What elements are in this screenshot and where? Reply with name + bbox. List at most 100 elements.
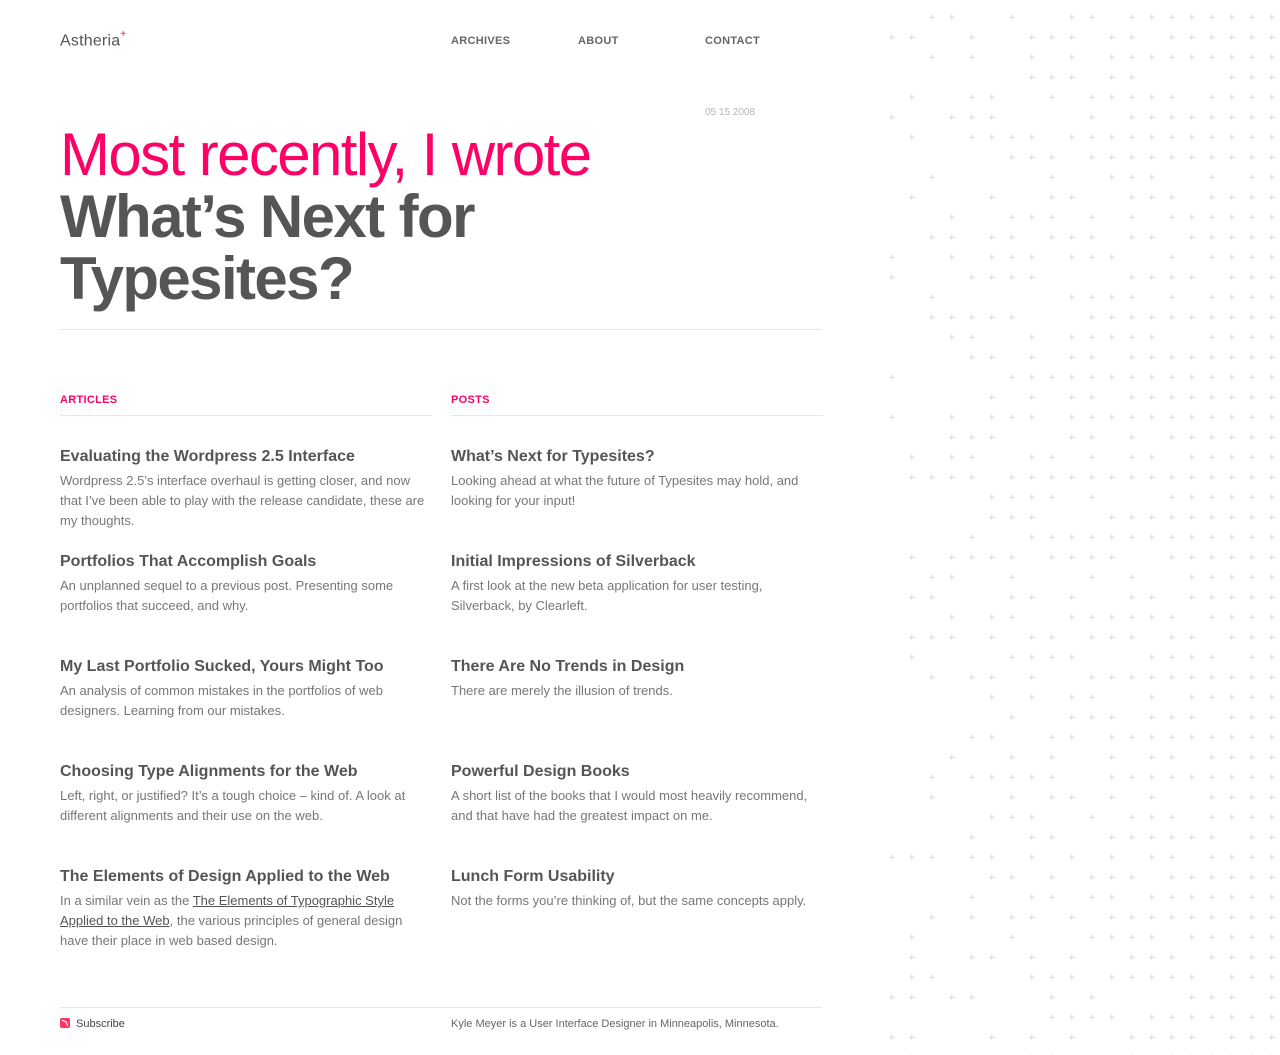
pattern-plus-mark: + [1128, 873, 1136, 883]
pattern-plus-mark: + [1148, 973, 1156, 983]
pattern-plus-mark: + [1088, 313, 1096, 323]
post-title-link[interactable]: Lunch Form Usability [451, 868, 615, 885]
pattern-plus-mark: + [1168, 973, 1176, 983]
pattern-plus-mark: + [988, 233, 996, 243]
pattern-plus-mark: + [1088, 113, 1096, 123]
pattern-plus-mark: + [1208, 613, 1216, 623]
pattern-plus-mark: + [1268, 993, 1276, 1003]
pattern-plus-mark: + [1148, 793, 1156, 803]
pattern-plus-mark: + [928, 593, 936, 603]
pattern-plus-mark: + [968, 893, 976, 903]
post-title-link[interactable]: Initial Impressions of Silverback [451, 553, 696, 570]
pattern-plus-mark: + [1188, 473, 1196, 483]
pattern-plus-mark: + [948, 313, 956, 323]
site-logo[interactable]: Astheria+ [60, 29, 126, 50]
pattern-plus-mark: + [1048, 633, 1056, 643]
pattern-plus-mark: + [1108, 893, 1116, 903]
pattern-plus-mark: + [1208, 873, 1216, 883]
post-title-link[interactable]: There Are No Trends in Design [451, 658, 684, 675]
pattern-plus-mark: + [1228, 533, 1236, 543]
pattern-plus-mark: + [1028, 413, 1036, 423]
pattern-plus-mark: + [1088, 573, 1096, 583]
pattern-plus-mark: + [1268, 493, 1276, 503]
pattern-plus-mark: + [968, 53, 976, 63]
pattern-plus-mark: + [1128, 933, 1136, 943]
pattern-plus-mark: + [1068, 373, 1076, 383]
pattern-plus-mark: + [1228, 873, 1236, 883]
pattern-plus-mark: + [908, 473, 916, 483]
pattern-plus-mark: + [988, 393, 996, 403]
pattern-plus-mark: + [1268, 273, 1276, 283]
pattern-plus-mark: + [1228, 1033, 1236, 1043]
pattern-plus-mark: + [1068, 593, 1076, 603]
pattern-plus-mark: + [1008, 513, 1016, 523]
pattern-plus-mark: + [1048, 993, 1056, 1003]
pattern-plus-mark: + [928, 313, 936, 323]
pattern-plus-mark: + [1228, 213, 1236, 223]
nav-about-link[interactable]: ABOUT [578, 35, 619, 47]
pattern-plus-mark: + [1208, 313, 1216, 323]
pattern-plus-mark: + [1108, 913, 1116, 923]
pattern-plus-mark: + [1128, 353, 1136, 363]
pattern-plus-mark: + [1208, 573, 1216, 583]
pattern-plus-mark: + [1048, 453, 1056, 463]
pattern-plus-mark: + [1228, 293, 1236, 303]
subscribe-link[interactable]: Subscribe [76, 1018, 125, 1030]
pattern-plus-mark: + [1228, 233, 1236, 243]
pattern-plus-mark: + [1208, 433, 1216, 443]
pattern-plus-mark: + [1108, 53, 1116, 63]
pattern-plus-mark: + [1188, 373, 1196, 383]
footer-subscribe: Subscribe [60, 1018, 125, 1030]
article-description: In a similar vein as the The Elements of… [60, 891, 432, 951]
pattern-plus-mark: + [968, 533, 976, 543]
pattern-plus-mark: + [988, 193, 996, 203]
pattern-plus-mark: + [1228, 333, 1236, 343]
pattern-plus-mark: + [1028, 373, 1036, 383]
post-title-link[interactable]: Powerful Design Books [451, 763, 630, 780]
pattern-plus-mark: + [1028, 393, 1036, 403]
post-item: There Are No Trends in Design There are … [451, 657, 823, 701]
pattern-plus-mark: + [1228, 813, 1236, 823]
pattern-plus-mark: + [968, 273, 976, 283]
nav-archives-link[interactable]: ARCHIVES [451, 35, 510, 47]
article-title-link[interactable]: Portfolios That Accomplish Goals [60, 553, 316, 570]
pattern-plus-mark: + [1128, 33, 1136, 43]
article-title-link[interactable]: Choosing Type Alignments for the Web [60, 763, 357, 780]
hero-post-title-link[interactable]: What’s Next for Typesites? [60, 186, 530, 310]
pattern-plus-mark: + [1088, 553, 1096, 563]
pattern-plus-mark: + [1008, 653, 1016, 663]
pattern-plus-mark: + [1108, 473, 1116, 483]
pattern-plus-mark: + [1028, 773, 1036, 783]
pattern-plus-mark: + [1188, 33, 1196, 43]
pattern-plus-mark: + [1008, 933, 1016, 943]
pattern-plus-mark: + [948, 253, 956, 263]
pattern-plus-mark: + [908, 593, 916, 603]
pattern-plus-mark: + [1188, 933, 1196, 943]
article-title-link[interactable]: The Elements of Design Applied to the We… [60, 868, 390, 885]
pattern-plus-mark: + [1248, 633, 1256, 643]
rss-icon[interactable] [60, 1018, 70, 1028]
pattern-plus-mark: + [1268, 293, 1276, 303]
pattern-plus-mark: + [1188, 213, 1196, 223]
pattern-plus-mark: + [948, 573, 956, 583]
pattern-plus-mark: + [1068, 973, 1076, 983]
pattern-plus-mark: + [1208, 233, 1216, 243]
pattern-plus-mark: + [1188, 13, 1196, 23]
pattern-plus-mark: + [968, 113, 976, 123]
article-title-link[interactable]: My Last Portfolio Sucked, Yours Might To… [60, 658, 384, 675]
pattern-plus-mark: + [1248, 93, 1256, 103]
pattern-plus-mark: + [1028, 893, 1036, 903]
pattern-plus-mark: + [1028, 473, 1036, 483]
pattern-plus-mark: + [1248, 273, 1256, 283]
pattern-plus-mark: + [1268, 133, 1276, 143]
pattern-plus-mark: + [1208, 173, 1216, 183]
pattern-plus-mark: + [968, 833, 976, 843]
pattern-plus-mark: + [1088, 413, 1096, 423]
article-title-link[interactable]: Evaluating the Wordpress 2.5 Interface [60, 448, 355, 465]
pattern-plus-mark: + [1248, 1013, 1256, 1023]
pattern-plus-mark: + [1148, 13, 1156, 23]
pattern-plus-mark: + [1148, 833, 1156, 843]
pattern-plus-mark: + [1268, 193, 1276, 203]
post-title-link[interactable]: What’s Next for Typesites? [451, 448, 655, 465]
nav-contact-link[interactable]: CONTACT [705, 35, 760, 47]
